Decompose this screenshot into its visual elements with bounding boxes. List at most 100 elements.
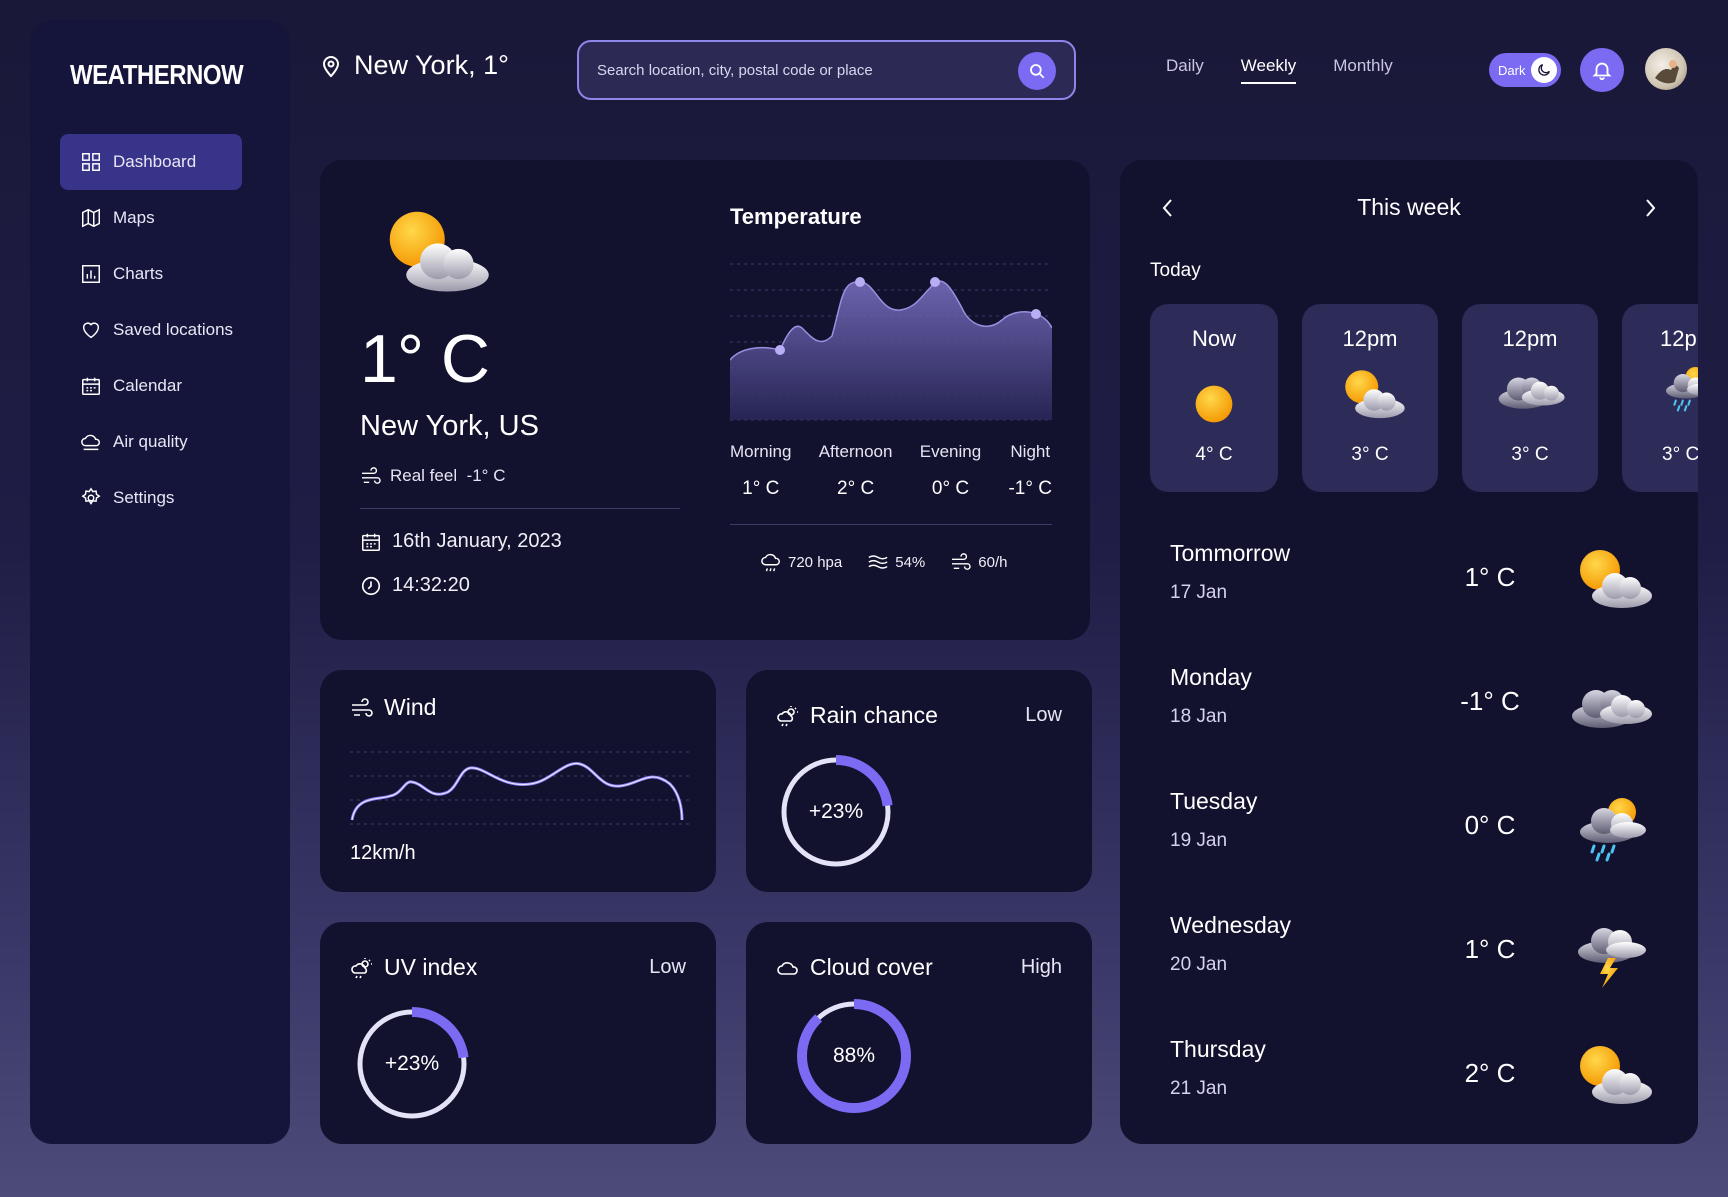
pressure-stat: 720 hpa	[760, 552, 842, 572]
humidity-stat: 54%	[867, 552, 925, 572]
temperature-point	[775, 345, 785, 355]
moon-icon	[1531, 57, 1557, 83]
day-date: 19 Jan	[1170, 830, 1228, 851]
next-week-button[interactable]	[1638, 196, 1662, 220]
current-weather-card: 1° C New York, US Real feel -1° C 16th J…	[320, 160, 1090, 640]
dashboard-icon	[82, 153, 100, 171]
wind-title: Wind	[350, 694, 436, 721]
theme-toggle[interactable]: Dark	[1489, 53, 1561, 87]
day-date: 20 Jan	[1170, 954, 1228, 975]
search-button[interactable]	[1018, 52, 1056, 90]
sidebar-item-maps[interactable]: Maps	[60, 190, 242, 246]
rain-icon	[1652, 360, 1698, 416]
sidebar-item-dashboard[interactable]: Dashboard	[60, 134, 242, 190]
notifications-button[interactable]	[1580, 48, 1624, 92]
sidebar-item-label: Calendar	[113, 376, 182, 395]
tab-weekly[interactable]: Weekly	[1240, 56, 1297, 84]
search-icon	[1030, 64, 1045, 79]
location-pin-icon	[322, 55, 340, 77]
app-logo: WEATHERNOW	[70, 59, 244, 91]
period-evening: Evening 0° C	[920, 442, 981, 500]
gear-icon	[81, 487, 101, 505]
sidebar-item-label: Maps	[113, 208, 155, 227]
rain-level: Low	[1025, 704, 1062, 726]
day-name: Monday	[1170, 664, 1252, 690]
sun-rain-icon	[777, 705, 798, 726]
calendar-icon	[82, 377, 100, 395]
rain-value: +23%	[808, 800, 864, 823]
sidebar-item-settings[interactable]: Settings	[60, 470, 242, 526]
wind-value: 60/h	[978, 553, 1008, 571]
hour-card[interactable]: Now 4° C	[1150, 304, 1278, 492]
divider	[730, 524, 1052, 525]
today-label: Today	[1150, 260, 1201, 281]
current-time: 14:32:20	[360, 574, 470, 597]
pressure-icon	[761, 553, 780, 572]
current-city: New York, US	[360, 410, 539, 442]
tab-monthly[interactable]: Monthly	[1333, 56, 1393, 84]
period-night: Night -1° C	[1008, 442, 1052, 500]
hour-card[interactable]: 12pm 3° C	[1462, 304, 1598, 492]
day-row[interactable]: Tommorrow 17 Jan 1° C	[1170, 540, 1660, 640]
wind-title-text: Wind	[384, 694, 437, 720]
sidebar-item-label: Charts	[113, 264, 164, 283]
partly-cloudy-icon	[1328, 362, 1412, 428]
hour-card[interactable]: 12p 3° C	[1622, 304, 1698, 492]
sidebar-item-charts[interactable]: Charts	[60, 246, 242, 302]
sun-icon	[1174, 372, 1254, 436]
day-name: Tommorrow	[1170, 540, 1291, 566]
cloudy-icon	[1560, 664, 1660, 744]
current-temperature: 1° C	[360, 321, 490, 397]
hour-time: Now	[1191, 326, 1236, 351]
temperature-point	[1031, 309, 1041, 319]
cloud-icon	[777, 961, 798, 975]
uv-title-text: UV index	[384, 954, 478, 980]
hour-temp: 3° C	[1662, 444, 1698, 465]
rain-icon	[1560, 788, 1660, 868]
sidebar-item-calendar[interactable]: Calendar	[60, 358, 242, 414]
day-name: Tuesday	[1170, 788, 1258, 814]
chart-icon	[82, 265, 100, 283]
rain-chance-card: Rain chance Low +23%	[746, 670, 1092, 892]
sidebar-item-saved-locations[interactable]: Saved locations	[60, 302, 242, 358]
period-label: Evening	[919, 442, 982, 461]
rain-title: Rain chance	[776, 702, 938, 729]
wind-card: Wind 12km/h	[320, 670, 716, 892]
wind-stat: 60/h	[950, 552, 1007, 572]
day-row[interactable]: Thursday 21 Jan 2° C	[1170, 1036, 1660, 1136]
chevron-right-icon	[1646, 199, 1656, 217]
hour-temp: 3° C	[1351, 444, 1389, 465]
temperature-chart	[730, 263, 1052, 421]
avatar[interactable]	[1645, 48, 1687, 90]
current-location[interactable]: New York, 1°	[320, 50, 509, 81]
hour-time: 12pm	[1502, 326, 1558, 351]
humidity-value: 54%	[895, 553, 926, 571]
day-name: Wednesday	[1170, 912, 1292, 938]
uv-level: Low	[649, 956, 686, 978]
day-row[interactable]: Monday 18 Jan -1° C	[1170, 664, 1660, 764]
real-feel-label: Real feel	[390, 466, 458, 485]
weekly-forecast-panel: This week Today Now 4° C 12pm 3° C 12pm …	[1120, 160, 1698, 1144]
pressure-value: 720 hpa	[788, 553, 843, 571]
tab-daily[interactable]: Daily	[1166, 56, 1204, 84]
sidebar-item-air-quality[interactable]: Air quality	[60, 414, 242, 470]
theme-toggle-label: Dark	[1498, 62, 1526, 78]
day-row[interactable]: Tuesday 19 Jan 0° C	[1170, 788, 1660, 888]
partly-cloudy-icon	[1560, 540, 1660, 620]
search-input[interactable]	[597, 61, 997, 79]
hour-temp: 4° C	[1195, 444, 1233, 465]
cloudy-icon	[1488, 356, 1572, 422]
real-feel: Real feel -1° C	[360, 466, 505, 486]
uv-index-card: UV index Low +23%	[320, 922, 716, 1144]
hour-card[interactable]: 12pm 3° C	[1302, 304, 1438, 492]
wind-chart	[350, 751, 690, 825]
map-icon	[82, 208, 100, 228]
cloud-level: High	[1020, 956, 1062, 978]
day-row[interactable]: Wednesday 20 Jan 1° C	[1170, 912, 1660, 1012]
period-value: -1° C	[1008, 478, 1052, 499]
day-name: Thursday	[1170, 1036, 1266, 1062]
period-label: Night	[1010, 442, 1051, 461]
week-title: This week	[1357, 194, 1461, 220]
temperature-title: Temperature	[730, 204, 862, 229]
cloud-title: Cloud cover	[776, 954, 933, 981]
